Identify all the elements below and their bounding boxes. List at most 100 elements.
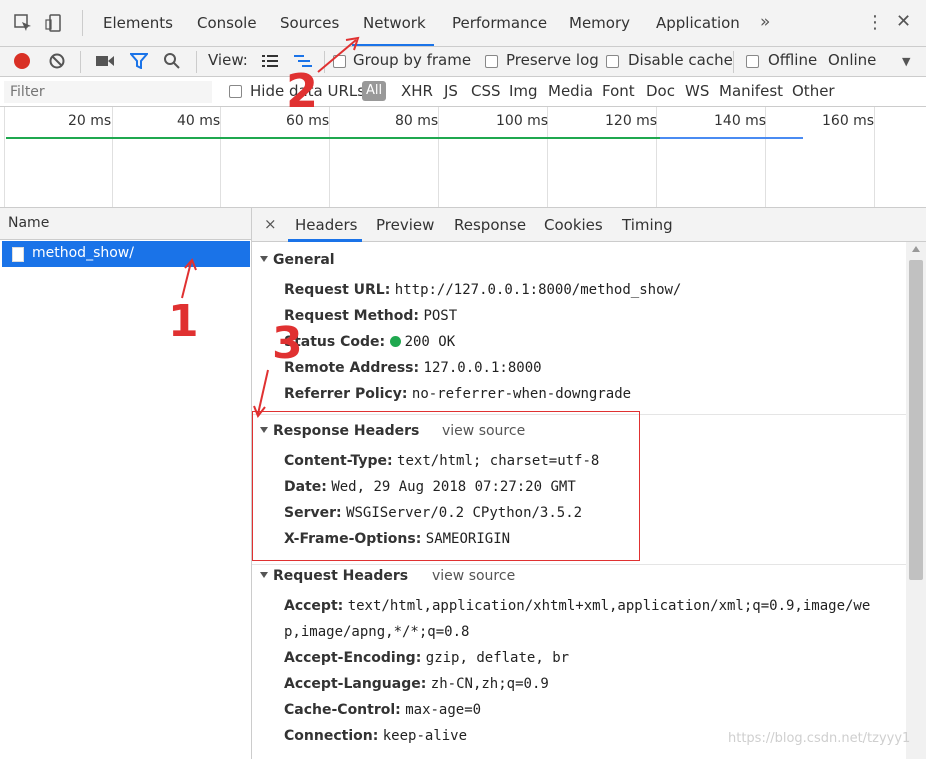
large-rows-icon[interactable]	[262, 54, 278, 68]
filter-type-doc[interactable]: Doc	[646, 82, 675, 100]
filter-type-css[interactable]: CSS	[471, 82, 501, 100]
active-details-tab-indicator	[288, 239, 362, 242]
throttling-select[interactable]: Online	[828, 51, 876, 69]
name-column-header[interactable]: Name	[0, 208, 251, 240]
filter-bar: Hide data URLs All XHR JS CSS Img Media …	[0, 77, 926, 107]
tab-headers[interactable]: Headers	[295, 216, 357, 234]
filter-type-img[interactable]: Img	[509, 82, 538, 100]
group-by-frame-checkbox[interactable]	[333, 55, 346, 68]
close-details-icon[interactable]: ×	[264, 215, 277, 233]
disable-cache-label: Disable cache	[628, 51, 733, 69]
request-list: Name method_show/	[0, 208, 252, 759]
timeline-tick: 40 ms	[177, 113, 221, 129]
filter-type-xhr[interactable]: XHR	[401, 82, 433, 100]
filter-icon[interactable]	[130, 53, 148, 69]
timeline-gridline	[874, 107, 875, 207]
watermark: https://blog.csdn.net/tzyyy1	[728, 731, 911, 746]
header-key: Cache-Control:	[284, 702, 401, 718]
toolbar-separator	[733, 51, 734, 73]
scroll-up-icon[interactable]	[912, 246, 920, 252]
header-key: Remote Address:	[284, 360, 420, 376]
record-icon[interactable]	[14, 53, 30, 69]
header-value: zh-CN,zh;q=0.9	[430, 676, 549, 692]
search-icon[interactable]	[163, 52, 181, 70]
timeline-overview[interactable]: 20 ms 40 ms 60 ms 80 ms 100 ms 120 ms 14…	[0, 107, 926, 208]
filter-input[interactable]	[4, 81, 212, 103]
header-value: 200 OK	[404, 334, 456, 350]
timeline-tick: 80 ms	[395, 113, 439, 129]
filter-type-ws[interactable]: WS	[685, 82, 709, 100]
expand-triangle-icon	[260, 572, 268, 578]
waterfall-icon[interactable]	[294, 54, 314, 68]
general-section-title: General	[273, 252, 335, 268]
request-view-source-link[interactable]: view source	[432, 568, 515, 584]
timeline-tick: 20 ms	[68, 113, 112, 129]
tab-preview[interactable]: Preview	[376, 216, 434, 234]
active-tab-indicator	[352, 44, 434, 46]
timeline-tick: 120 ms	[605, 113, 658, 129]
header-key: Accept-Encoding:	[284, 650, 422, 666]
status-ok-icon	[389, 336, 401, 347]
header-row: Request Method: POST	[284, 308, 457, 324]
header-value: p,image/apng,*/*;q=0.8	[284, 624, 470, 640]
tabbar-separator	[82, 10, 83, 36]
throttling-dropdown-icon[interactable]: ▼	[902, 55, 910, 68]
header-row: Cache-Control: max-age=0	[284, 702, 481, 718]
tab-cookies[interactable]: Cookies	[544, 216, 603, 234]
filter-type-manifest[interactable]: Manifest	[719, 82, 783, 100]
hide-data-urls-checkbox[interactable]	[229, 85, 242, 98]
request-row[interactable]: method_show/	[2, 241, 250, 267]
tab-elements[interactable]: Elements	[103, 14, 173, 32]
offline-checkbox[interactable]	[746, 55, 759, 68]
filter-type-font[interactable]: Font	[602, 82, 635, 100]
details-scrollbar[interactable]	[906, 242, 926, 759]
toolbar-separator	[196, 51, 197, 73]
tab-memory[interactable]: Memory	[569, 14, 630, 32]
tab-console[interactable]: Console	[197, 14, 257, 32]
filter-type-js[interactable]: JS	[444, 82, 458, 100]
view-label: View:	[208, 51, 248, 69]
header-row: Connection: keep-alive	[284, 728, 467, 744]
device-toolbar-icon[interactable]	[44, 12, 66, 34]
close-devtools-icon[interactable]: ✕	[896, 11, 911, 32]
header-key: Referrer Policy:	[284, 386, 408, 402]
general-section-toggle[interactable]: General	[260, 252, 335, 268]
scrollbar-thumb[interactable]	[909, 260, 923, 580]
kebab-menu-icon[interactable]: ⋮	[866, 12, 884, 33]
filter-type-all[interactable]: All	[362, 81, 386, 101]
timeline-tick: 60 ms	[286, 113, 330, 129]
timeline-gridline	[4, 107, 5, 207]
request-headers-section-toggle[interactable]: Request Headers	[260, 568, 408, 584]
clear-icon[interactable]	[48, 52, 66, 70]
hide-data-urls-label: Hide data URLs	[250, 82, 366, 100]
tab-network[interactable]: Network	[363, 14, 426, 32]
details-tabbar: × Headers Preview Response Cookies Timin…	[252, 208, 926, 242]
toolbar-separator	[324, 51, 325, 73]
header-value: http://127.0.0.1:8000/method_show/	[394, 282, 682, 298]
document-icon	[12, 247, 24, 262]
tab-performance[interactable]: Performance	[452, 14, 547, 32]
tab-sources[interactable]: Sources	[280, 14, 339, 32]
more-tabs-icon[interactable]: »	[760, 12, 770, 32]
expand-triangle-icon	[260, 256, 268, 262]
header-value: text/html,application/xhtml+xml,applicat…	[347, 598, 871, 614]
preserve-log-checkbox[interactable]	[485, 55, 498, 68]
devtools-tabbar: Elements Console Sources Network Perform…	[0, 0, 926, 47]
header-key: Connection:	[284, 728, 379, 744]
timeline-tick: 160 ms	[822, 113, 875, 129]
inspect-element-icon[interactable]	[12, 12, 34, 34]
header-row: Accept: text/html,application/xhtml+xml,…	[284, 598, 870, 614]
filter-type-media[interactable]: Media	[548, 82, 593, 100]
filter-type-other[interactable]: Other	[792, 82, 835, 100]
disable-cache-checkbox[interactable]	[606, 55, 619, 68]
header-value: keep-alive	[382, 728, 468, 744]
timeline-tick: 100 ms	[496, 113, 549, 129]
header-row: p,image/apng,*/*;q=0.8	[284, 624, 469, 640]
tab-application[interactable]: Application	[656, 14, 740, 32]
capture-screenshots-icon[interactable]	[95, 54, 115, 68]
group-by-frame-label: Group by frame	[353, 51, 472, 69]
header-value: no-referrer-when-downgrade	[411, 386, 632, 402]
header-value: 127.0.0.1:8000	[423, 360, 542, 376]
tab-timing[interactable]: Timing	[622, 216, 673, 234]
tab-response[interactable]: Response	[454, 216, 526, 234]
